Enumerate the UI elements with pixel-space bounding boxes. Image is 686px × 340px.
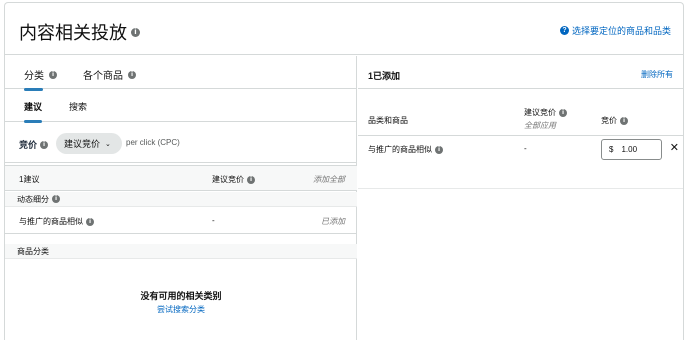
bid-input[interactable]: $ 1.00 (601, 139, 662, 160)
right-pane: 1已添加 删除所有 品类和商品 建议竞价 i 全部应用 竞价 i 与推广的商品相似 i… (358, 56, 683, 340)
question-icon: ? (559, 26, 569, 35)
row-added-status: 已添加 (321, 217, 345, 226)
try-search-categories-link[interactable]: 尝试搜索分类 (5, 304, 357, 315)
added-header: 1已添加 删除所有 (358, 56, 683, 89)
added-table-header: 品类和商品 建议竞价 i 全部应用 竞价 i (358, 90, 683, 136)
empty-state-title: 没有可用的相关类别 (140, 291, 222, 301)
row-suggested-bid: - (212, 216, 215, 225)
section-product-categories: 商品分类 (5, 244, 357, 259)
row-name: 与推广的商品相似 i (19, 216, 94, 227)
col-category-product: 品类和商品 (368, 116, 408, 125)
suggestions-table-header: 1建议 建议竞价 i 添加全部 (5, 165, 357, 191)
section-dynamic-label: 动态细分 (17, 194, 49, 204)
col-suggested-bid-text: 建议竞价 (212, 175, 244, 184)
cpc-label: per click (CPC) (126, 138, 180, 147)
info-icon[interactable]: i (49, 70, 57, 79)
added-row-name: 与推广的商品相似 i (368, 144, 443, 155)
page-title-text: 内容相关投放 (19, 23, 127, 44)
info-icon[interactable]: i (40, 140, 49, 149)
info-icon[interactable]: i (131, 27, 140, 37)
table-row: 与推广的商品相似 i - 已添加 (5, 207, 357, 234)
main-tabs: 分类 i 各个商品 i (5, 56, 357, 91)
info-icon[interactable]: i (435, 145, 443, 154)
info-icon[interactable]: i (86, 217, 94, 226)
col-bid: 竞价 i (601, 115, 628, 126)
info-icon[interactable]: i (559, 108, 567, 117)
tab-suggested[interactable]: 建议 (24, 100, 43, 123)
bid-label-text: 竞价 (19, 140, 38, 150)
col-suggested-bid: 建议竞价 i (212, 174, 255, 185)
left-pane: 分类 i 各个商品 i 建议 搜索 竞价 i 建议竞价 ⌄ per click (CPC… (5, 56, 357, 340)
panel-header: 内容相关投放 i ? 选择要定位的商品和品类 (5, 3, 683, 55)
added-row: 与推广的商品相似 i - $ 1.00 ✕ (358, 137, 683, 189)
tab-search[interactable]: 搜索 (69, 100, 87, 113)
added-row-suggested-bid: - (524, 144, 527, 153)
bid-type-value[interactable]: 建议竞价 (64, 137, 100, 150)
tab-individual-products-label[interactable]: 各个商品 (83, 67, 123, 82)
col-suggested-bid: 建议竞价 i (524, 107, 567, 118)
choose-targets-link[interactable]: ? 选择要定位的商品和品类 (559, 24, 671, 37)
col-bid-text: 竞价 (601, 116, 617, 125)
remove-all-button[interactable]: 删除所有 (641, 69, 673, 80)
bid-input-value[interactable]: 1.00 (621, 145, 637, 154)
page-title: 内容相关投放 i (19, 19, 140, 45)
section-category-label: 商品分类 (17, 246, 49, 256)
tab-categories-label[interactable]: 分类 (24, 67, 44, 82)
chevron-down-icon[interactable]: ⌄ (105, 140, 111, 148)
tab-individual-products[interactable]: 各个商品 i (83, 67, 136, 82)
col-suggested-bid-text: 建议竞价 (524, 108, 556, 117)
info-icon[interactable]: i (52, 195, 60, 203)
bid-row: 竞价 i 建议竞价 ⌄ per click (CPC) (5, 123, 357, 163)
content-targeting-panel: 内容相关投放 i ? 选择要定位的商品和品类 分类 i 各个商品 i 建议 搜索 竞价… (4, 2, 684, 340)
info-icon[interactable]: i (128, 70, 136, 79)
empty-state: 没有可用的相关类别 尝试搜索分类 (5, 289, 357, 315)
choose-targets-link-text[interactable]: 选择要定位的商品和品类 (572, 24, 671, 37)
sub-tabs: 建议 搜索 (5, 90, 357, 123)
currency-symbol: $ (609, 145, 614, 154)
close-icon[interactable]: ✕ (670, 141, 679, 154)
added-row-name-text: 与推广的商品相似 (368, 145, 432, 154)
info-icon[interactable]: i (620, 116, 628, 125)
info-icon[interactable]: i (247, 175, 255, 184)
bid-type-dropdown[interactable]: 建议竞价 ⌄ (56, 133, 122, 154)
section-dynamic-segments: 动态细分 i (5, 192, 357, 207)
row-name-text: 与推广的商品相似 (19, 217, 83, 226)
tab-categories[interactable]: 分类 i (24, 67, 57, 91)
added-count: 1已添加 (368, 71, 401, 81)
add-all-button[interactable]: 添加全部 (313, 174, 345, 185)
apply-all-button[interactable]: 全部应用 (524, 120, 556, 131)
bid-label: 竞价 i (19, 138, 49, 151)
col-suggestion: 1建议 (19, 175, 40, 184)
